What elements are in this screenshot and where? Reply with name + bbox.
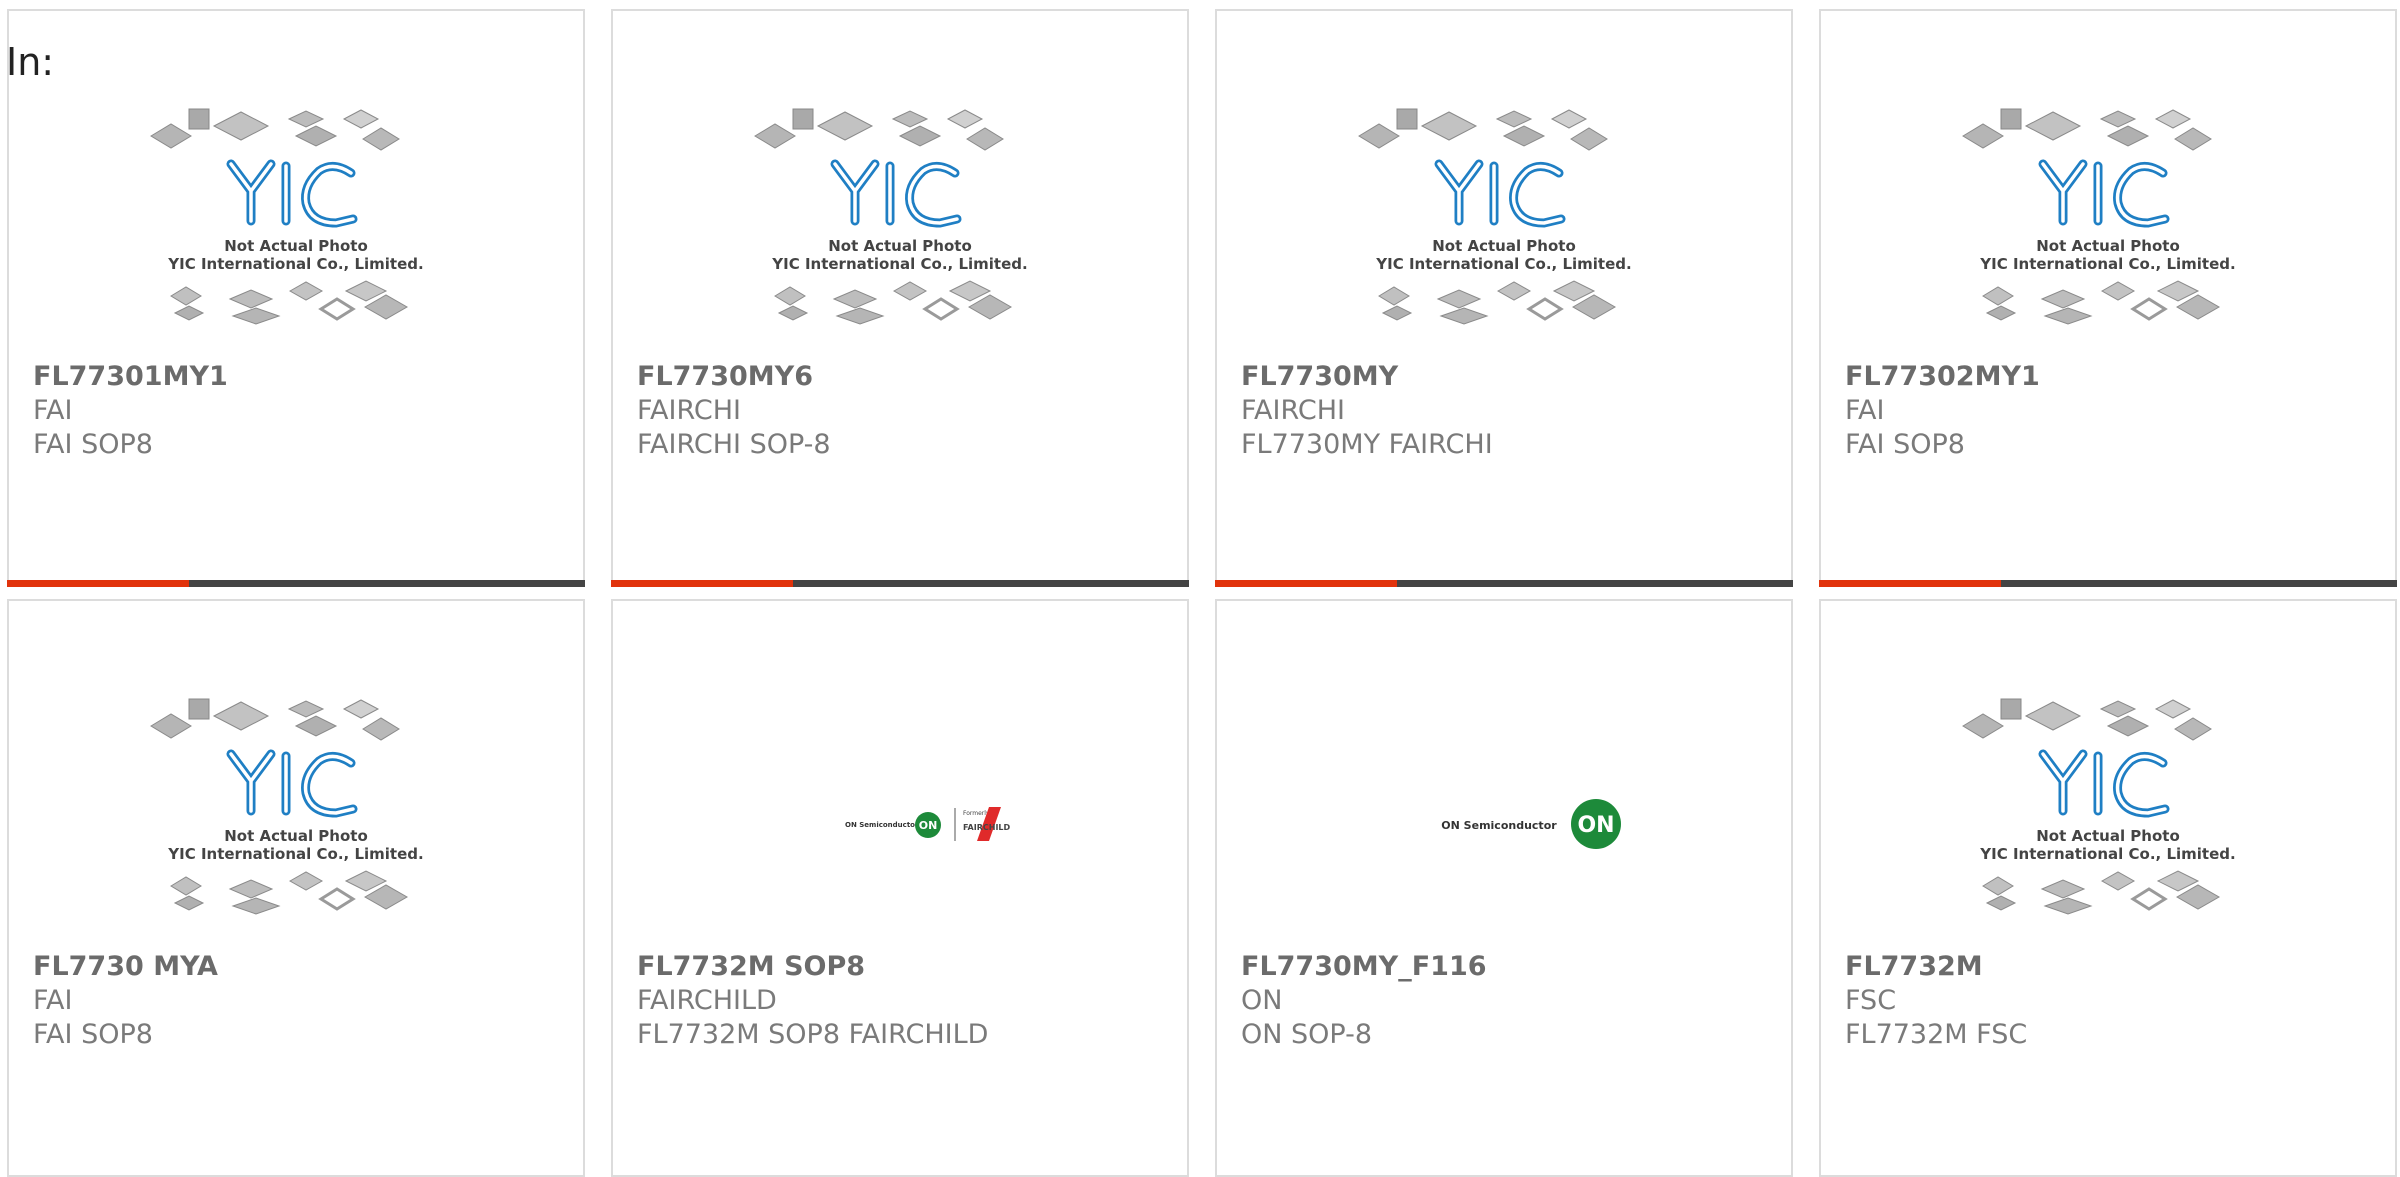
manufacturer: ON — [1241, 985, 1283, 1016]
description: FAI SOP8 — [1845, 429, 1965, 460]
svg-text:ON Semiconductor: ON Semiconductor — [1441, 819, 1557, 832]
description: FL7732M SOP8 FAIRCHILD — [637, 1019, 989, 1050]
svg-text:ON: ON — [919, 819, 938, 832]
description: FAI SOP8 — [33, 429, 153, 460]
manufacturer: FAI — [33, 395, 73, 426]
manufacturer: FAI — [33, 985, 73, 1016]
card-accent-bar — [611, 580, 793, 587]
card-accent-bar — [1215, 580, 1397, 587]
product-thumbnail: Not Actual PhotoYIC International Co., L… — [1962, 108, 2236, 325]
placeholder-line2: YIC International Co., Limited. — [1375, 255, 1631, 273]
product-card[interactable]: Not Actual Photo YIC International Co., L… — [611, 9, 1189, 587]
placeholder-line1: Not Actual Photo — [828, 237, 972, 255]
placeholder-line2: YIC International Co., Limited. — [1979, 255, 2235, 273]
chip-cluster-bottom — [774, 280, 1013, 325]
product-card[interactable]: ON Semiconductor ON FL7730MY_F116 ON ON S… — [1215, 599, 1793, 1177]
product-image[interactable]: Not Actual Photo YIC International Co., L… — [613, 91, 1187, 359]
product-image[interactable]: Not Actual Photo YIC International Co., L… — [1821, 681, 2395, 949]
product-card[interactable]: Not Actual Photo YIC International Co., L… — [1819, 599, 2397, 1177]
chip-cluster-bottom — [1982, 280, 2221, 325]
product-thumbnail: Not Actual PhotoYIC International Co., L… — [1962, 698, 2236, 915]
part-number[interactable]: FL7730MY6 — [637, 361, 813, 392]
chip-cluster-bottom — [1378, 280, 1617, 325]
yic-logo — [2038, 159, 2170, 228]
placeholder-line2: YIC International Co., Limited. — [771, 255, 1027, 273]
svg-text:ON Semiconductor: ON Semiconductor — [845, 821, 919, 829]
on-fairchild-logo: ON Semiconductor ONFormerlyFAIRCHILD — [845, 807, 1011, 841]
placeholder-line1: Not Actual Photo — [2036, 827, 2180, 845]
product-thumbnail: Not Actual PhotoYIC International Co., L… — [150, 698, 424, 915]
product-image[interactable]: Not Actual Photo YIC International Co., L… — [1217, 91, 1791, 359]
manufacturer: FAI — [1845, 395, 1885, 426]
product-image[interactable]: ON Semiconductor ON Formerly FAIRCHILD — [613, 681, 1187, 949]
part-number[interactable]: FL7730MY_F116 — [1241, 951, 1487, 982]
manufacturer: FAIRCHILD — [637, 985, 777, 1016]
part-number[interactable]: FL7732M — [1845, 951, 1983, 982]
placeholder-line1: Not Actual Photo — [224, 237, 368, 255]
chip-cluster-top — [1962, 698, 2212, 741]
chip-cluster-top — [150, 108, 400, 151]
description: FL7730MY FAIRCHI — [1241, 429, 1493, 460]
product-thumbnail: ON Semiconductor ON — [1441, 799, 1621, 849]
product-card[interactable]: Not Actual Photo YIC International Co., L… — [1215, 9, 1793, 587]
manufacturer: FAIRCHI — [1241, 395, 1346, 426]
card-bottom-bar — [1819, 580, 2397, 587]
product-card[interactable]: Not Actual Photo YIC International Co., L… — [7, 9, 585, 587]
chip-cluster-top — [1962, 108, 2212, 151]
card-bottom-bar — [611, 580, 1189, 587]
product-thumbnail: Not Actual PhotoYIC International Co., L… — [1358, 108, 1632, 325]
yic-logo — [1434, 159, 1566, 228]
placeholder-line2: YIC International Co., Limited. — [1979, 845, 2235, 863]
card-accent-bar — [1819, 580, 2001, 587]
product-thumbnail: ON Semiconductor ONFormerlyFAIRCHILD — [845, 807, 1011, 841]
yic-logo — [226, 159, 358, 228]
product-thumbnail: Not Actual PhotoYIC International Co., L… — [754, 108, 1028, 325]
chip-cluster-bottom — [170, 280, 409, 325]
part-number[interactable]: FL7732M SOP8 — [637, 951, 865, 982]
placeholder-line1: Not Actual Photo — [2036, 237, 2180, 255]
product-thumbnail: Not Actual PhotoYIC International Co., L… — [150, 108, 424, 325]
manufacturer: FSC — [1845, 985, 1897, 1016]
chip-cluster-top — [150, 698, 400, 741]
placeholder-line2: YIC International Co., Limited. — [167, 255, 423, 273]
chip-cluster-bottom — [170, 870, 409, 915]
part-number[interactable]: FL7730 MYA — [33, 951, 218, 982]
product-image[interactable]: Not Actual Photo YIC International Co., L… — [9, 91, 583, 359]
search-prefix-label: In: — [6, 40, 55, 84]
product-card[interactable]: Not Actual Photo YIC International Co., L… — [1819, 9, 2397, 587]
chip-cluster-bottom — [1982, 870, 2221, 915]
card-bottom-bar — [1215, 580, 1793, 587]
product-card[interactable]: ON Semiconductor ON Formerly FAIRCHILD FL77… — [611, 599, 1189, 1177]
description: FAI SOP8 — [33, 1019, 153, 1050]
on-semi-logo: ON Semiconductor ON — [1441, 799, 1621, 849]
yic-logo — [226, 749, 358, 818]
yic-logo — [2038, 749, 2170, 818]
chip-cluster-top — [754, 108, 1004, 151]
svg-text:FAIRCHILD: FAIRCHILD — [963, 823, 1011, 832]
card-bottom-bar — [7, 580, 585, 587]
description: FL7732M FSC — [1845, 1019, 2028, 1050]
product-image[interactable]: Not Actual Photo YIC International Co., L… — [9, 681, 583, 949]
svg-text:ON: ON — [1577, 813, 1614, 838]
product-image[interactable]: Not Actual Photo YIC International Co., L… — [1821, 91, 2395, 359]
part-number[interactable]: FL77302MY1 — [1845, 361, 2040, 392]
card-accent-bar — [7, 580, 189, 587]
chip-cluster-top — [1358, 108, 1608, 151]
description: ON SOP-8 — [1241, 1019, 1373, 1050]
placeholder-line1: Not Actual Photo — [1432, 237, 1576, 255]
part-number[interactable]: FL77301MY1 — [33, 361, 228, 392]
product-image[interactable]: ON Semiconductor ON — [1217, 681, 1791, 949]
description: FAIRCHI SOP-8 — [637, 429, 831, 460]
placeholder-line2: YIC International Co., Limited. — [167, 845, 423, 863]
placeholder-line1: Not Actual Photo — [224, 827, 368, 845]
manufacturer: FAIRCHI — [637, 395, 742, 426]
product-card[interactable]: Not Actual Photo YIC International Co., L… — [7, 599, 585, 1177]
yic-logo — [830, 159, 962, 228]
part-number[interactable]: FL7730MY — [1241, 361, 1398, 392]
